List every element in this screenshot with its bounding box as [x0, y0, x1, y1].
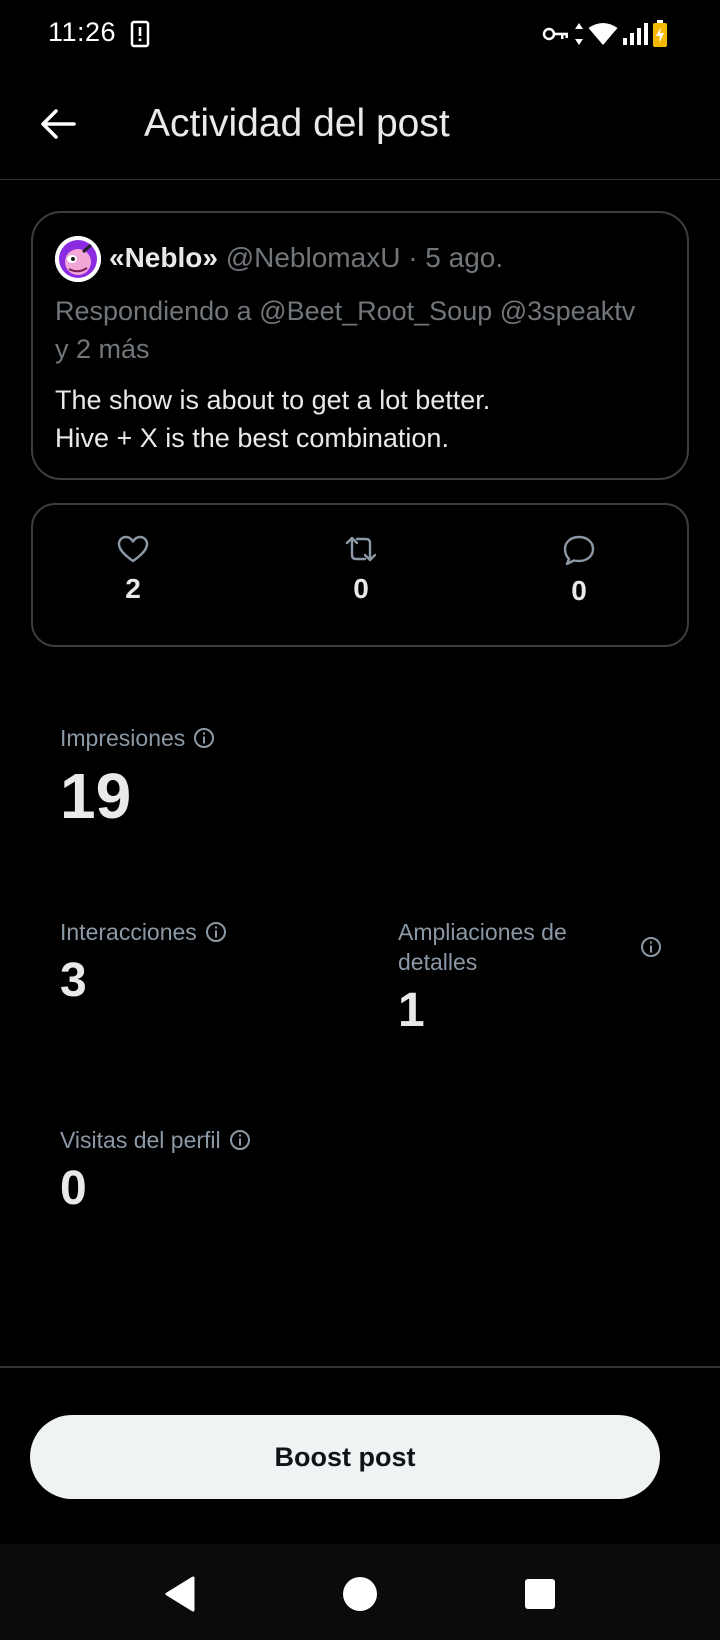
engagement-card: 2 0 0 [31, 503, 689, 647]
profile-visits-value: 0 [60, 1162, 87, 1215]
nav-back-button[interactable] [158, 1572, 202, 1616]
info-icon[interactable] [205, 921, 227, 943]
signal-icon [622, 22, 648, 51]
triangle-back-icon [165, 1576, 195, 1612]
detail-expands-value: 1 [398, 984, 425, 1037]
post-text-line: The show is about to get a lot better. [55, 385, 491, 415]
info-icon[interactable] [193, 727, 215, 749]
arrow-left-icon [41, 109, 76, 139]
wifi-icon [588, 22, 618, 51]
nav-recents-button[interactable] [518, 1572, 562, 1616]
post-header: «Neblo» @NeblomaxU · 5 ago. [109, 242, 503, 274]
comment-icon [563, 535, 595, 565]
page-title: Actividad del post [144, 102, 450, 145]
interactions-metric: Interacciones 3 [60, 917, 227, 1008]
status-time: 11:26 [48, 17, 117, 47]
impressions-metric: Impresiones 19 [60, 723, 215, 833]
post-text: The show is about to get a lot better. H… [55, 381, 490, 457]
boost-post-button[interactable]: Boost post [30, 1415, 660, 1499]
replies-count: 0 [571, 575, 587, 606]
info-icon[interactable] [640, 936, 662, 958]
likes-count: 2 [125, 573, 141, 604]
profile-visits-metric: Visitas del perfil 0 [60, 1125, 251, 1216]
key-icon [542, 24, 570, 49]
reply-context[interactable]: Respondiendo a @Beet_Root_Soup @3speaktv… [55, 292, 655, 368]
impressions-label: Impresiones [60, 725, 186, 751]
alert-icon [130, 20, 150, 53]
detail-expands-metric: Ampliaciones de detalles 1 [398, 917, 662, 1038]
author-meta: @NeblomaxU · 5 ago. [225, 242, 504, 273]
replies-stat[interactable]: 0 [539, 535, 619, 607]
impressions-value: 19 [60, 760, 132, 832]
reposts-stat[interactable]: 0 [321, 535, 401, 605]
status-icons [542, 20, 668, 53]
divider [0, 1366, 720, 1368]
avatar[interactable] [55, 236, 101, 282]
nav-home-button[interactable] [338, 1572, 382, 1616]
square-recents-icon [525, 1579, 555, 1609]
circle-home-icon [343, 1577, 377, 1611]
author-name[interactable]: «Neblo» [109, 242, 218, 273]
post-card[interactable]: «Neblo» @NeblomaxU · 5 ago. Respondiendo… [31, 211, 689, 480]
detail-expands-label: Ampliaciones de detalles [398, 919, 567, 975]
data-arrows-icon [574, 22, 584, 51]
info-icon[interactable] [229, 1129, 251, 1151]
profile-visits-label: Visitas del perfil [60, 1127, 221, 1153]
likes-stat[interactable]: 2 [93, 535, 173, 605]
repost-icon [345, 536, 377, 562]
interactions-value: 3 [60, 954, 87, 1007]
battery-icon [652, 20, 668, 53]
reposts-count: 0 [353, 573, 369, 604]
status-bar: 11:26 [0, 0, 720, 68]
post-text-line: Hive + X is the best combination. [55, 423, 449, 453]
app-bar: Actividad del post [0, 68, 720, 180]
interactions-label: Interacciones [60, 919, 197, 945]
back-button[interactable] [34, 100, 82, 148]
system-nav-bar [0, 1544, 720, 1640]
heart-icon [117, 535, 149, 563]
